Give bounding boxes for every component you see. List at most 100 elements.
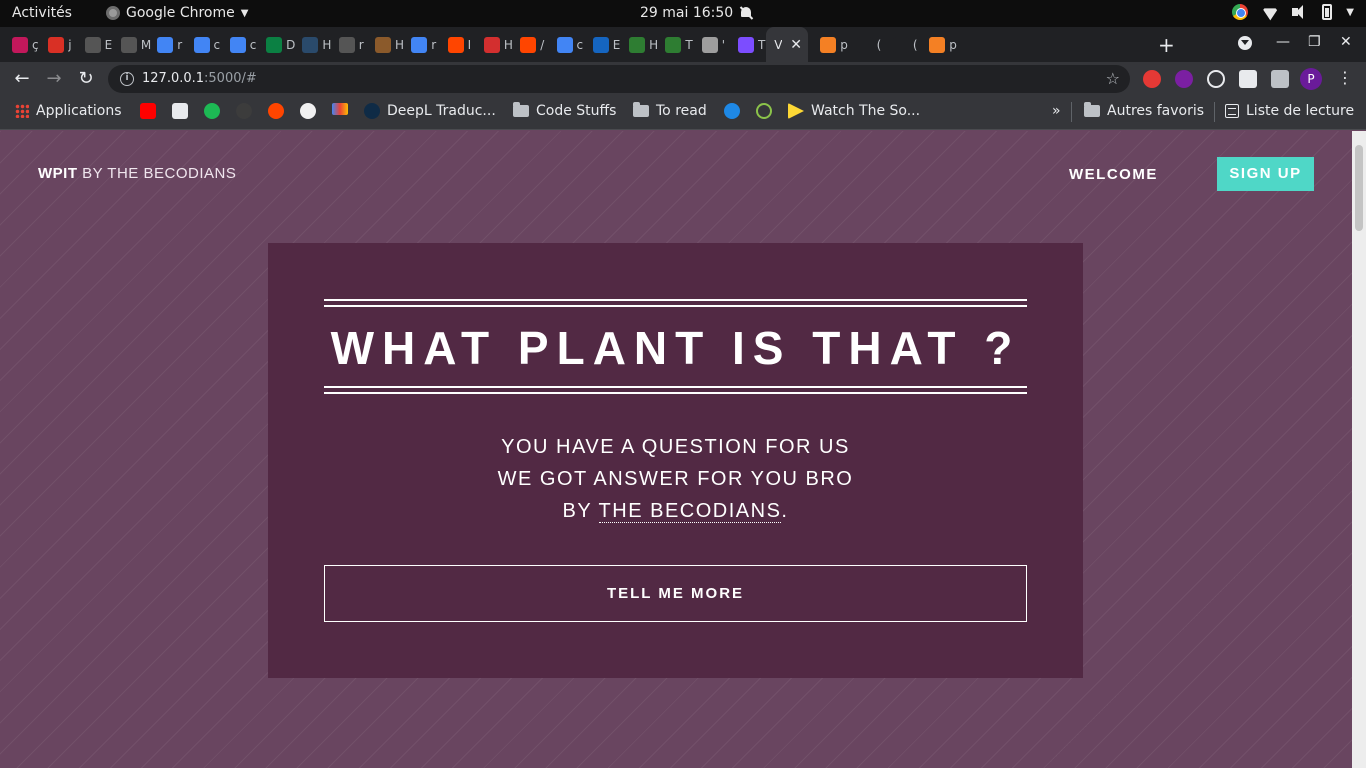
chrome-tray-icon[interactable] (1232, 4, 1249, 20)
tab[interactable]: c (186, 34, 224, 56)
bookmark-spotify[interactable] (204, 103, 220, 119)
bookmark-github[interactable] (236, 103, 252, 119)
hero-by-prefix: BY (562, 500, 592, 522)
bookmark-sprout[interactable] (756, 103, 772, 119)
tab[interactable]: p (812, 34, 850, 56)
tab-favicon-icon (84, 37, 101, 53)
address-bar[interactable]: i 127.0.0.1:5000/# ☆ (108, 65, 1130, 93)
bookmarks-overflow-button[interactable]: » (1052, 103, 1061, 119)
bookmark-reddit[interactable] (268, 103, 284, 119)
bookmarks-divider (1071, 102, 1072, 122)
tab-favicon-icon (701, 37, 718, 53)
scrollbar-thumb[interactable] (1355, 145, 1363, 231)
tab[interactable]: ç (4, 34, 42, 56)
tab-favicon-icon (592, 37, 609, 53)
tell-me-more-button[interactable]: TELL ME MORE (324, 565, 1027, 622)
system-tray[interactable]: ▼ (1232, 4, 1354, 20)
tab[interactable]: M (113, 34, 151, 56)
tab[interactable]: ( (885, 34, 923, 56)
tab-favicon-icon (375, 37, 391, 53)
close-window-icon[interactable]: ✕ (1340, 34, 1352, 50)
tab-favicon-icon (302, 37, 319, 53)
bookmark-folder-other[interactable]: Autres favoris (1084, 102, 1204, 119)
maximize-icon[interactable]: ❐ (1308, 34, 1321, 50)
tab[interactable]: H (476, 34, 514, 56)
profile-avatar[interactable]: P (1300, 68, 1322, 90)
tab[interactable]: r (149, 34, 187, 56)
tab[interactable]: p (921, 34, 959, 56)
close-tab-icon[interactable]: ✕ (790, 37, 802, 53)
app-menu[interactable]: Google Chrome ▼ (106, 5, 248, 21)
tab[interactable]: H (621, 34, 659, 56)
extensions-puzzle-icon[interactable] (1271, 70, 1289, 88)
new-tab-button[interactable]: + (1158, 33, 1175, 57)
volume-icon (1292, 4, 1308, 20)
title-rule-bottom (324, 386, 1027, 388)
tab[interactable]: H (294, 34, 332, 56)
bookmark-gmail[interactable] (332, 103, 348, 115)
tab[interactable]: I (440, 34, 478, 56)
title-rule-top (324, 305, 1027, 307)
tab-favicon-icon (193, 37, 210, 53)
forward-icon[interactable]: → (44, 68, 64, 89)
bookmark-becode[interactable] (300, 103, 316, 119)
chevron-down-icon: ▼ (240, 7, 249, 19)
brand-name: WPIT (38, 165, 78, 182)
tab[interactable]: r (331, 34, 369, 56)
tab-favicon-icon (411, 37, 428, 53)
tab[interactable]: c (222, 34, 260, 56)
page-scrollbar[interactable] (1352, 131, 1366, 768)
chrome-menu-icon[interactable]: ⋮ (1337, 68, 1353, 87)
minimize-icon[interactable]: — (1276, 34, 1290, 50)
tab-search-icon[interactable] (1238, 36, 1252, 50)
bookmark-star-icon[interactable]: ☆ (1106, 69, 1120, 88)
chrome-app-icon (106, 6, 120, 20)
tab[interactable]: ( (849, 34, 887, 56)
clock[interactable]: 29 mai 16:50 (640, 5, 753, 21)
activities-button[interactable]: Activités (12, 5, 72, 21)
tab[interactable]: r (403, 34, 441, 56)
reading-list-button[interactable]: Liste de lecture (1225, 103, 1354, 119)
tab-active[interactable]: V ✕ (766, 27, 809, 62)
tab[interactable]: j (40, 34, 78, 56)
sign-up-button[interactable]: SIGN UP (1217, 157, 1314, 191)
tab[interactable]: E (77, 34, 115, 56)
bookmark-folder-code-stuffs[interactable]: Code Stuffs (513, 102, 616, 119)
tab[interactable]: c (549, 34, 587, 56)
brand-tagline: BY THE BECODIANS (82, 165, 237, 182)
back-icon[interactable]: ← (12, 68, 32, 89)
url-text[interactable]: 127.0.0.1:5000/# (142, 71, 257, 86)
gear-extension-icon[interactable] (1175, 70, 1193, 88)
site-info-icon[interactable]: i (120, 72, 134, 86)
nav-welcome-link[interactable]: WELCOME (1069, 166, 1158, 183)
browser-toolbar: ← → ↻ i 127.0.0.1:5000/# ☆ (0, 62, 1366, 95)
tab[interactable]: ' (694, 34, 732, 56)
bookmark-youtube[interactable] (140, 103, 156, 119)
tab-favicon-icon (447, 37, 464, 53)
bookmark-apps[interactable]: Applications (15, 103, 122, 119)
bookmarks-bar: Applications DeepL Traduc... Code Stuffs… (0, 95, 1366, 130)
tab[interactable]: H (367, 34, 405, 56)
bookmark-notion[interactable] (172, 103, 188, 119)
bookmark-deepl[interactable]: DeepL Traduc... (364, 103, 496, 119)
bookmark-player[interactable] (724, 103, 740, 119)
react-devtools-icon[interactable] (1207, 70, 1225, 88)
notifications-off-icon (739, 6, 753, 20)
site-brand[interactable]: WPIT BY THE BECODIANS (38, 165, 236, 182)
becodians-link[interactable]: THE BECODIANS (598, 500, 782, 523)
reload-icon[interactable]: ↻ (76, 68, 96, 89)
tab[interactable]: / (512, 34, 550, 56)
hero-subtitle-line: YOU HAVE A QUESTION FOR US (501, 436, 850, 458)
bookmark-label: To read (656, 103, 707, 119)
clock-text: 29 mai 16:50 (640, 5, 734, 21)
tab[interactable]: E (585, 34, 623, 56)
tab-favicon-icon (266, 37, 283, 53)
bookmark-watch[interactable]: Watch The So... (788, 103, 920, 119)
bookmark-folder-to-read[interactable]: To read (633, 102, 707, 119)
tab[interactable]: T (730, 34, 768, 56)
ublock-extension-icon[interactable] (1143, 70, 1161, 88)
hero-subtitle-line: WE GOT ANSWER FOR YOU BRO (497, 468, 854, 490)
notion-extension-icon[interactable] (1239, 70, 1257, 88)
tab[interactable]: T (657, 34, 695, 56)
tab[interactable]: D (258, 34, 296, 56)
